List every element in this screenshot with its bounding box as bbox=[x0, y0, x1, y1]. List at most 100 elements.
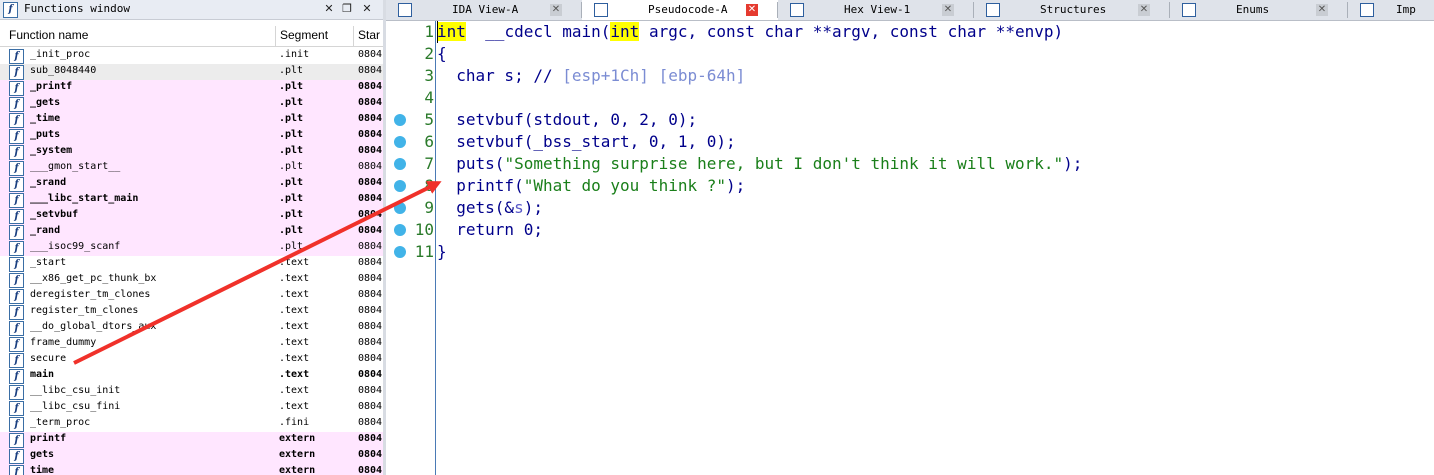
tab-hex-view-1[interactable]: Hex View-1 ✕ bbox=[778, 0, 974, 20]
function-segment: .plt bbox=[279, 129, 304, 140]
function-row[interactable]: f printf extern 0804 bbox=[0, 432, 383, 448]
function-icon: f bbox=[9, 385, 24, 400]
function-row[interactable]: f _printf .plt 0804 bbox=[0, 80, 383, 96]
function-row[interactable]: f _rand .plt 0804 bbox=[0, 224, 383, 240]
function-row[interactable]: f _puts .plt 0804 bbox=[0, 128, 383, 144]
code-line[interactable]: 6 setvbuf(_bss_start, 0, 1, 0); bbox=[386, 131, 1434, 153]
breakpoint-dot-icon[interactable] bbox=[394, 136, 406, 148]
comment-token: [esp+1Ch] [ebp-64h] bbox=[562, 66, 746, 85]
function-start: 0804 bbox=[358, 209, 383, 220]
code-line[interactable]: 7 puts("Something surprise here, but I d… bbox=[386, 153, 1434, 175]
code-line[interactable]: 2{ bbox=[386, 43, 1434, 65]
close-icon[interactable]: ✕ bbox=[322, 2, 336, 16]
close-panel-icon[interactable]: ✕ bbox=[360, 2, 374, 16]
function-row[interactable]: f ___gmon_start__ .plt 0804 bbox=[0, 160, 383, 176]
code-line[interactable]: 4 bbox=[386, 87, 1434, 109]
code-token: setvbuf(_bss_start, 0, 1, 0); bbox=[437, 132, 736, 151]
function-row[interactable]: f _start .text 0804 bbox=[0, 256, 383, 272]
code-token: return 0; bbox=[437, 220, 543, 239]
function-segment: extern bbox=[279, 449, 316, 460]
function-start: 0804 bbox=[358, 385, 383, 396]
breakpoint-dot-icon[interactable] bbox=[394, 224, 406, 236]
code-line[interactable]: 3 char s; // [esp+1Ch] [ebp-64h] bbox=[386, 65, 1434, 87]
close-tab-icon[interactable]: ✕ bbox=[746, 4, 758, 16]
line-number: 4 bbox=[424, 88, 434, 107]
function-row[interactable]: f __do_global_dtors_aux .text 0804 bbox=[0, 320, 383, 336]
column-start[interactable]: Star bbox=[358, 28, 380, 42]
function-segment: .plt bbox=[279, 81, 304, 92]
function-start: 0804 bbox=[358, 161, 383, 172]
function-start: 0804 bbox=[358, 225, 383, 236]
text-cursor bbox=[437, 21, 438, 43]
function-row[interactable]: f _term_proc .fini 0804 bbox=[0, 416, 383, 432]
function-row[interactable]: f _gets .plt 0804 bbox=[0, 96, 383, 112]
function-icon: f bbox=[9, 65, 24, 80]
function-name: main bbox=[30, 369, 55, 380]
function-row[interactable]: f deregister_tm_clones .text 0804 bbox=[0, 288, 383, 304]
function-row[interactable]: f __libc_csu_fini .text 0804 bbox=[0, 400, 383, 416]
code-text: printf("What do you think ?"); bbox=[437, 175, 745, 197]
function-row[interactable]: f _srand .plt 0804 bbox=[0, 176, 383, 192]
function-row[interactable]: f secure .text 0804 bbox=[0, 352, 383, 368]
function-icon: f bbox=[9, 113, 24, 128]
function-row[interactable]: f frame_dummy .text 0804 bbox=[0, 336, 383, 352]
column-segment[interactable]: Segment bbox=[280, 28, 328, 42]
tab-structures[interactable]: Structures ✕ bbox=[974, 0, 1170, 20]
tab-pseudocode-a[interactable]: Pseudocode-A ✕ bbox=[582, 0, 778, 20]
code-token: { bbox=[437, 44, 447, 63]
function-name: _srand bbox=[30, 177, 67, 188]
line-number: 9 bbox=[424, 198, 434, 217]
code-line[interactable]: 1 int __cdecl main(int argc, const char *… bbox=[386, 21, 1434, 43]
breakpoint-dot-icon[interactable] bbox=[394, 246, 406, 258]
code-line[interactable]: 10 return 0; bbox=[386, 219, 1434, 241]
tab-enums[interactable]: Enums ✕ bbox=[1170, 0, 1348, 20]
line-number: 8 bbox=[424, 176, 434, 195]
code-token: ); bbox=[523, 198, 543, 217]
code-line[interactable]: 11} bbox=[386, 241, 1434, 263]
function-row[interactable]: f __x86_get_pc_thunk_bx .text 0804 bbox=[0, 272, 383, 288]
breakpoint-dot-icon[interactable] bbox=[394, 202, 406, 214]
function-start: 0804 bbox=[358, 193, 383, 204]
function-row[interactable]: f _setvbuf .plt 0804 bbox=[0, 208, 383, 224]
function-row[interactable]: f __libc_csu_init .text 0804 bbox=[0, 384, 383, 400]
breakpoint-dot-icon[interactable] bbox=[394, 180, 406, 192]
function-start: 0804 bbox=[358, 305, 383, 316]
function-start: 0804 bbox=[358, 65, 383, 76]
close-tab-icon[interactable]: ✕ bbox=[1316, 4, 1328, 16]
code-line[interactable]: 8 printf("What do you think ?"); bbox=[386, 175, 1434, 197]
function-icon: f bbox=[9, 257, 24, 272]
function-name: ___libc_start_main bbox=[30, 193, 139, 204]
tab-imp[interactable]: Imp bbox=[1348, 0, 1434, 20]
function-row[interactable]: f register_tm_clones .text 0804 bbox=[0, 304, 383, 320]
code-token: __cdecl main( bbox=[465, 22, 611, 41]
close-tab-icon[interactable]: ✕ bbox=[1138, 4, 1150, 16]
close-tab-icon[interactable]: ✕ bbox=[550, 4, 562, 16]
code-text: gets(&s); bbox=[437, 197, 543, 219]
function-row[interactable]: f ___isoc99_scanf .plt 0804 bbox=[0, 240, 383, 256]
function-row[interactable]: f sub_8048440 .plt 0804 bbox=[0, 64, 383, 80]
tab-ida-view-a[interactable]: IDA View-A ✕ bbox=[386, 0, 582, 20]
function-row[interactable]: f time extern 0804 bbox=[0, 464, 383, 475]
restore-icon[interactable]: ❐ bbox=[340, 2, 354, 16]
pseudocode-icon bbox=[594, 3, 608, 17]
function-row[interactable]: f _system .plt 0804 bbox=[0, 144, 383, 160]
code-line[interactable]: 5 setvbuf(stdout, 0, 2, 0); bbox=[386, 109, 1434, 131]
function-name: _setvbuf bbox=[30, 209, 79, 220]
column-function-name[interactable]: Function name bbox=[9, 28, 88, 42]
function-segment: .plt bbox=[279, 209, 304, 220]
breakpoint-dot-icon[interactable] bbox=[394, 158, 406, 170]
function-row[interactable]: f _time .plt 0804 bbox=[0, 112, 383, 128]
tab-label: Pseudocode-A bbox=[648, 3, 728, 16]
breakpoint-dot-icon[interactable] bbox=[394, 114, 406, 126]
function-row[interactable]: f ___libc_start_main .plt 0804 bbox=[0, 192, 383, 208]
code-token: ); bbox=[726, 176, 746, 195]
function-icon: f bbox=[9, 225, 24, 240]
function-row[interactable]: f _init_proc .init 0804 bbox=[0, 48, 383, 64]
code-line[interactable]: 9 gets(&s); bbox=[386, 197, 1434, 219]
function-row[interactable]: f main .text 0804 bbox=[0, 368, 383, 384]
function-row[interactable]: f gets extern 0804 bbox=[0, 448, 383, 464]
close-tab-icon[interactable]: ✕ bbox=[942, 4, 954, 16]
function-name: secure bbox=[30, 353, 67, 364]
functions-window-titlebar: f Functions window ✕ ❐ ✕ bbox=[0, 0, 383, 20]
pseudocode-view[interactable]: 1 int __cdecl main(int argc, const char *… bbox=[386, 21, 1434, 475]
